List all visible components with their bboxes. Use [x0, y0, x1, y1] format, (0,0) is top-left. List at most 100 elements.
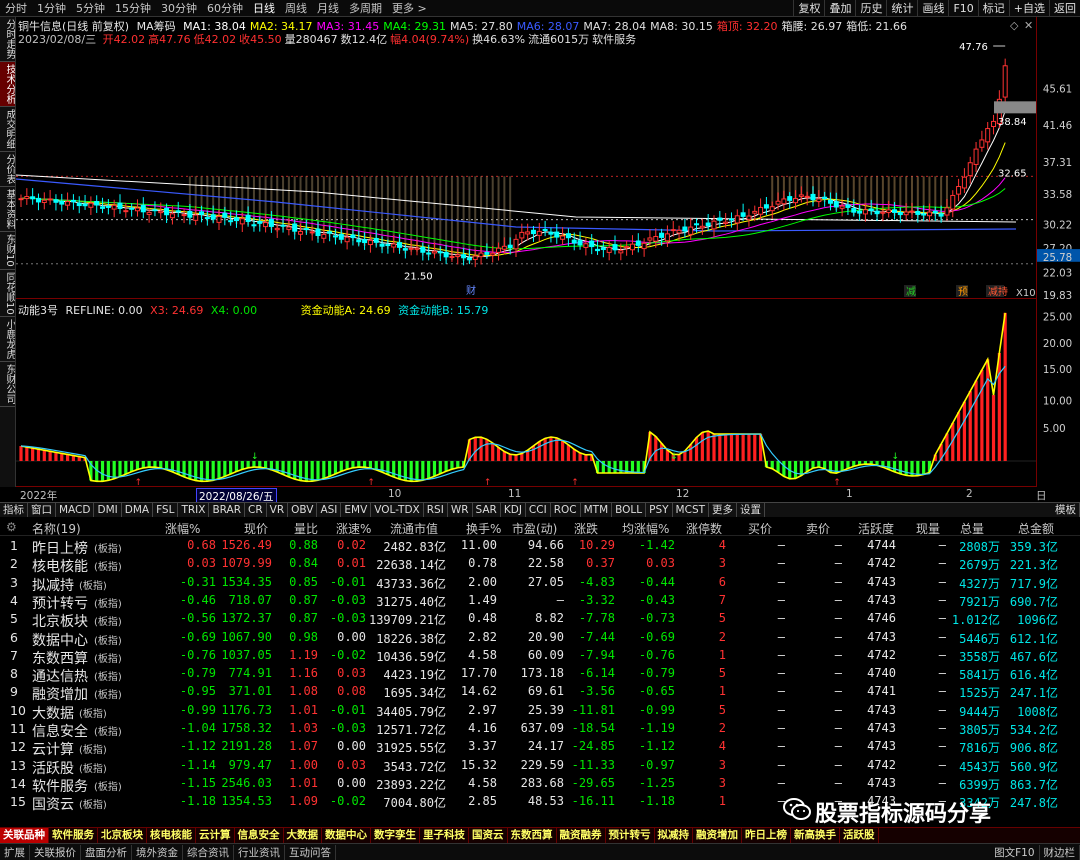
candlestick-chart[interactable]: 47.76 21.50 38.84 32.65 财 减 预 减持 X10 ◇ ✕ — [16, 17, 1036, 299]
candle-body[interactable] — [59, 200, 65, 205]
column-header[interactable]: 现量 — [916, 520, 940, 537]
candle-body[interactable] — [274, 227, 280, 231]
candle-body[interactable] — [327, 231, 333, 234]
column-header[interactable]: 卖价 — [806, 520, 830, 537]
template-button[interactable]: 模板 — [1052, 503, 1080, 517]
candle-body[interactable] — [298, 231, 304, 235]
indicator-tab[interactable]: MACD — [56, 503, 95, 517]
candle-body[interactable] — [688, 226, 694, 235]
candle-body[interactable] — [257, 221, 263, 224]
candle-body[interactable] — [414, 247, 420, 250]
table-row[interactable]: 14 软件服务 (板指) -1.15 2546.03 1.01 0.00 23893.22亿 4… — [0, 775, 1080, 795]
diamond-icon[interactable]: ◇ — [1010, 19, 1019, 32]
candle-body[interactable] — [152, 209, 158, 212]
candle-body[interactable] — [280, 224, 286, 227]
sector-tab[interactable]: 东数西算 — [508, 828, 557, 843]
candle-body[interactable] — [309, 231, 315, 234]
candle-body[interactable] — [379, 243, 385, 247]
candle-body[interactable] — [664, 233, 670, 242]
column-header[interactable]: 涨幅% — [165, 520, 200, 537]
indicator-tab[interactable]: ASI — [317, 503, 342, 517]
candle-body[interactable] — [373, 238, 379, 243]
toolbar-button[interactable]: +自选 — [1008, 0, 1049, 17]
candle-body[interactable] — [216, 215, 222, 223]
candle-body[interactable] — [839, 205, 845, 209]
toolbar-button[interactable]: 标记 — [977, 0, 1009, 17]
candle-body[interactable] — [612, 244, 618, 251]
left-tab[interactable]: 分价表 — [0, 152, 15, 187]
candle-body[interactable] — [641, 242, 647, 250]
candle-body[interactable] — [338, 233, 344, 240]
candle-body[interactable] — [65, 201, 71, 206]
bottom-tab[interactable]: 扩展 — [0, 844, 30, 860]
sector-tab[interactable]: 云计算 — [196, 828, 235, 843]
timeframe-tab[interactable]: 月线 — [312, 0, 344, 16]
candle-body[interactable] — [682, 226, 688, 232]
indicator-tab[interactable]: SAR — [473, 503, 501, 517]
sector-tab[interactable]: 活跃股 — [840, 828, 879, 843]
candle-body[interactable] — [484, 251, 490, 255]
candle-body[interactable] — [443, 251, 449, 258]
candle-body[interactable] — [525, 231, 531, 235]
column-header[interactable]: 均涨幅% — [622, 520, 669, 537]
candle-body[interactable] — [362, 239, 368, 244]
candle-body[interactable] — [88, 202, 94, 208]
left-tab[interactable]: 同花顺10 — [0, 270, 15, 318]
table-row[interactable]: 7 东数西算 (板指) -0.76 1037.05 1.19 -0.02 10436.59亿 4… — [0, 647, 1080, 667]
candle-body[interactable] — [461, 254, 467, 259]
candle-body[interactable] — [356, 239, 362, 243]
indicator-tab[interactable]: CR — [245, 503, 267, 517]
indicator-tab[interactable]: TRIX — [178, 503, 210, 517]
timeframe-tab[interactable]: 日线 — [248, 0, 280, 16]
candle-body[interactable] — [94, 201, 100, 206]
candle-body[interactable] — [129, 207, 135, 210]
candle-body[interactable] — [845, 204, 851, 208]
bottom-tab[interactable]: 行业资讯 — [234, 844, 285, 860]
indicator-tab[interactable]: 更多 — [709, 503, 738, 517]
left-tab[interactable]: 分时走势 — [0, 17, 15, 62]
toolbar-button[interactable]: 叠加 — [824, 0, 855, 17]
candle-body[interactable] — [496, 247, 502, 253]
bottom-button[interactable]: 财边栏 — [1040, 844, 1080, 860]
candle-body[interactable] — [175, 210, 181, 213]
left-tab[interactable]: 技术分析 — [0, 62, 15, 107]
bottom-tab[interactable]: 盘面分析 — [81, 844, 132, 860]
candle-body[interactable] — [35, 197, 41, 203]
sector-tab[interactable]: 软件服务 — [49, 828, 98, 843]
sector-tab[interactable]: 拟减持 — [655, 828, 693, 843]
timeframe-tab[interactable]: 1分钟 — [32, 0, 71, 16]
candle-body[interactable] — [880, 211, 886, 214]
sector-tab[interactable]: 数字孪生 — [371, 828, 420, 843]
candle-body[interactable] — [973, 148, 979, 165]
sector-tab[interactable]: 大数据 — [284, 828, 322, 843]
column-header[interactable]: 量比 — [294, 520, 318, 537]
settings-icon[interactable]: ⚙ — [6, 520, 17, 534]
candle-body[interactable] — [822, 196, 828, 200]
table-row[interactable]: 1 昨日上榜 (板指) 0.68 1526.49 0.88 0.02 2482.83亿 11.0… — [0, 537, 1080, 557]
candle-body[interactable] — [857, 210, 863, 214]
candle-body[interactable] — [769, 206, 775, 212]
sector-tab[interactable]: 昨日上榜 — [742, 828, 791, 843]
candle-body[interactable] — [100, 206, 106, 209]
candle-body[interactable] — [775, 200, 781, 205]
candle-body[interactable] — [140, 204, 146, 213]
candle-body[interactable] — [385, 244, 391, 247]
indicator-tab[interactable]: PSY — [646, 503, 673, 517]
candle-body[interactable] — [874, 210, 880, 215]
candle-body[interactable] — [862, 209, 868, 215]
left-tab[interactable]: 基本资料 — [0, 187, 15, 232]
candle-body[interactable] — [210, 214, 216, 220]
candle-body[interactable] — [670, 229, 676, 232]
candle-body[interactable] — [659, 232, 665, 238]
indicator-tab[interactable]: RSI — [424, 503, 448, 517]
candle-body[interactable] — [734, 215, 740, 224]
candle-body[interactable] — [926, 211, 932, 217]
candle-body[interactable] — [519, 231, 525, 239]
candle-body[interactable] — [228, 220, 234, 223]
toolbar-button[interactable]: 画线 — [917, 0, 948, 17]
table-row[interactable]: 9 融资增加 (板指) -0.95 371.01 1.08 0.08 1695.34亿 14.6… — [0, 683, 1080, 703]
candle-body[interactable] — [851, 208, 857, 213]
candle-body[interactable] — [961, 176, 967, 189]
column-header[interactable]: 涨停数 — [686, 520, 722, 537]
sector-tab[interactable]: 预计转亏 — [606, 828, 655, 843]
